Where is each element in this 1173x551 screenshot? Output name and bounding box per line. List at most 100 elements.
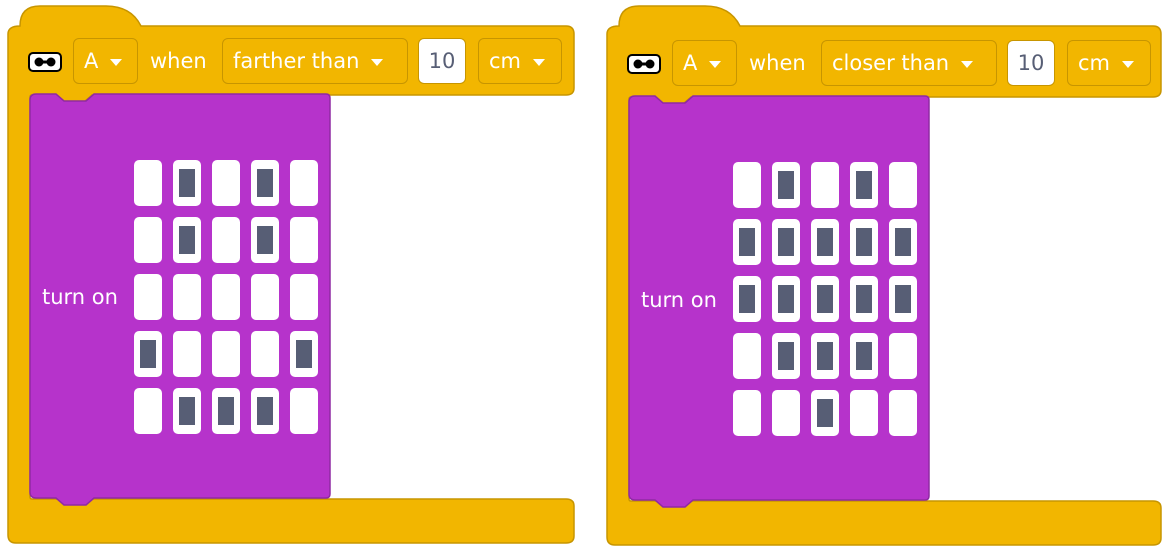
led-lit-indicator	[856, 228, 872, 256]
light-pixel-r3-c3[interactable]	[212, 274, 240, 320]
light-pixel-r2-c1[interactable]	[134, 217, 162, 263]
light-pixel-r3-c4[interactable]	[850, 276, 878, 322]
led-lit-indicator	[817, 399, 833, 427]
light-pixel-r3-c1[interactable]	[134, 274, 162, 320]
caret-down-icon	[533, 58, 546, 66]
light-pixel-r3-c3[interactable]	[811, 276, 839, 322]
light-pixel-r5-c2[interactable]	[772, 390, 800, 436]
port-value: A	[683, 51, 698, 75]
comparison-dropdown[interactable]: farther than	[222, 38, 408, 84]
block-canvas: A when farther than 10 cm turn on A when…	[0, 0, 1173, 551]
led-lit-indicator	[856, 285, 872, 313]
light-pixel-r5-c4[interactable]	[251, 388, 279, 434]
led-lit-indicator	[257, 169, 273, 197]
light-pixel-r3-c1[interactable]	[733, 276, 761, 322]
light-pixel-r4-c3[interactable]	[811, 333, 839, 379]
light-pixel-r2-c2[interactable]	[772, 219, 800, 265]
distance-sensor-icon	[28, 52, 62, 72]
led-lit-indicator	[257, 226, 273, 254]
light-pixel-r5-c3[interactable]	[811, 390, 839, 436]
distance-event-block-farther[interactable]: A when farther than 10 cm turn on	[6, 0, 586, 551]
when-label: when	[150, 49, 207, 73]
light-pixel-r3-c5[interactable]	[290, 274, 318, 320]
led-lit-indicator	[817, 342, 833, 370]
light-pixel-r4-c5[interactable]	[889, 333, 917, 379]
light-pixel-r3-c5[interactable]	[889, 276, 917, 322]
comparison-value: farther than	[233, 49, 360, 73]
light-pixel-r3-c2[interactable]	[772, 276, 800, 322]
light-pixel-r5-c4[interactable]	[850, 390, 878, 436]
light-pixel-r2-c3[interactable]	[811, 219, 839, 265]
led-lit-indicator	[140, 340, 156, 368]
distance-input[interactable]: 10	[418, 38, 466, 84]
unit-dropdown[interactable]: cm	[478, 38, 562, 84]
light-pixel-r1-c4[interactable]	[251, 160, 279, 206]
light-pixel-r5-c1[interactable]	[733, 390, 761, 436]
light-pixel-r4-c1[interactable]	[134, 331, 162, 377]
led-lit-indicator	[817, 228, 833, 256]
light-pixel-r5-c1[interactable]	[134, 388, 162, 434]
light-pixel-r4-c1[interactable]	[733, 333, 761, 379]
distance-input[interactable]: 10	[1007, 40, 1055, 86]
light-matrix-grid[interactable]	[733, 162, 923, 442]
light-pixel-r2-c4[interactable]	[251, 217, 279, 263]
light-pixel-r4-c4[interactable]	[251, 331, 279, 377]
light-pixel-r2-c2[interactable]	[173, 217, 201, 263]
light-pixel-r1-c1[interactable]	[134, 160, 162, 206]
caret-down-icon	[371, 58, 384, 66]
distance-value: 10	[1017, 51, 1045, 75]
light-pixel-r3-c4[interactable]	[251, 274, 279, 320]
light-pixel-r5-c5[interactable]	[290, 388, 318, 434]
led-lit-indicator	[817, 285, 833, 313]
led-lit-indicator	[179, 169, 195, 197]
light-pixel-r2-c4[interactable]	[850, 219, 878, 265]
led-lit-indicator	[739, 228, 755, 256]
comparison-dropdown[interactable]: closer than	[821, 40, 997, 86]
distance-event-block-closer[interactable]: A when closer than 10 cm turn on	[605, 0, 1173, 551]
led-lit-indicator	[179, 226, 195, 254]
led-lit-indicator	[778, 285, 794, 313]
light-pixel-r4-c2[interactable]	[173, 331, 201, 377]
led-lit-indicator	[895, 228, 911, 256]
led-lit-indicator	[895, 285, 911, 313]
turn-on-label: turn on	[42, 285, 118, 309]
event-header-row: A when farther than 10 cm	[6, 36, 586, 86]
port-value: A	[84, 49, 99, 73]
light-pixel-r4-c5[interactable]	[290, 331, 318, 377]
light-pixel-r1-c4[interactable]	[850, 162, 878, 208]
light-matrix-grid[interactable]	[134, 160, 324, 440]
light-pixel-r1-c2[interactable]	[772, 162, 800, 208]
light-pixel-r4-c3[interactable]	[212, 331, 240, 377]
light-pixel-r5-c2[interactable]	[173, 388, 201, 434]
event-header-row: A when closer than 10 cm	[605, 38, 1173, 88]
distance-value: 10	[428, 49, 456, 73]
light-pixel-r4-c4[interactable]	[850, 333, 878, 379]
caret-down-icon	[1122, 60, 1135, 68]
led-lit-indicator	[856, 171, 872, 199]
light-pixel-r2-c5[interactable]	[889, 219, 917, 265]
led-lit-indicator	[856, 342, 872, 370]
light-pixel-r2-c5[interactable]	[290, 217, 318, 263]
light-pixel-r5-c5[interactable]	[889, 390, 917, 436]
light-pixel-r1-c3[interactable]	[811, 162, 839, 208]
light-pixel-r1-c3[interactable]	[212, 160, 240, 206]
port-dropdown[interactable]: A	[672, 40, 737, 86]
led-lit-indicator	[257, 397, 273, 425]
light-pixel-r3-c2[interactable]	[173, 274, 201, 320]
light-pixel-r4-c2[interactable]	[772, 333, 800, 379]
light-pixel-r1-c5[interactable]	[290, 160, 318, 206]
led-lit-indicator	[778, 342, 794, 370]
unit-dropdown[interactable]: cm	[1067, 40, 1151, 86]
turn-on-label: turn on	[641, 288, 717, 312]
light-pixel-r2-c1[interactable]	[733, 219, 761, 265]
light-pixel-r1-c1[interactable]	[733, 162, 761, 208]
light-pixel-r1-c2[interactable]	[173, 160, 201, 206]
led-lit-indicator	[296, 340, 312, 368]
led-lit-indicator	[778, 228, 794, 256]
light-pixel-r1-c5[interactable]	[889, 162, 917, 208]
light-pixel-r5-c3[interactable]	[212, 388, 240, 434]
port-dropdown[interactable]: A	[73, 38, 138, 84]
light-pixel-r2-c3[interactable]	[212, 217, 240, 263]
led-lit-indicator	[739, 285, 755, 313]
comparison-value: closer than	[832, 51, 950, 75]
